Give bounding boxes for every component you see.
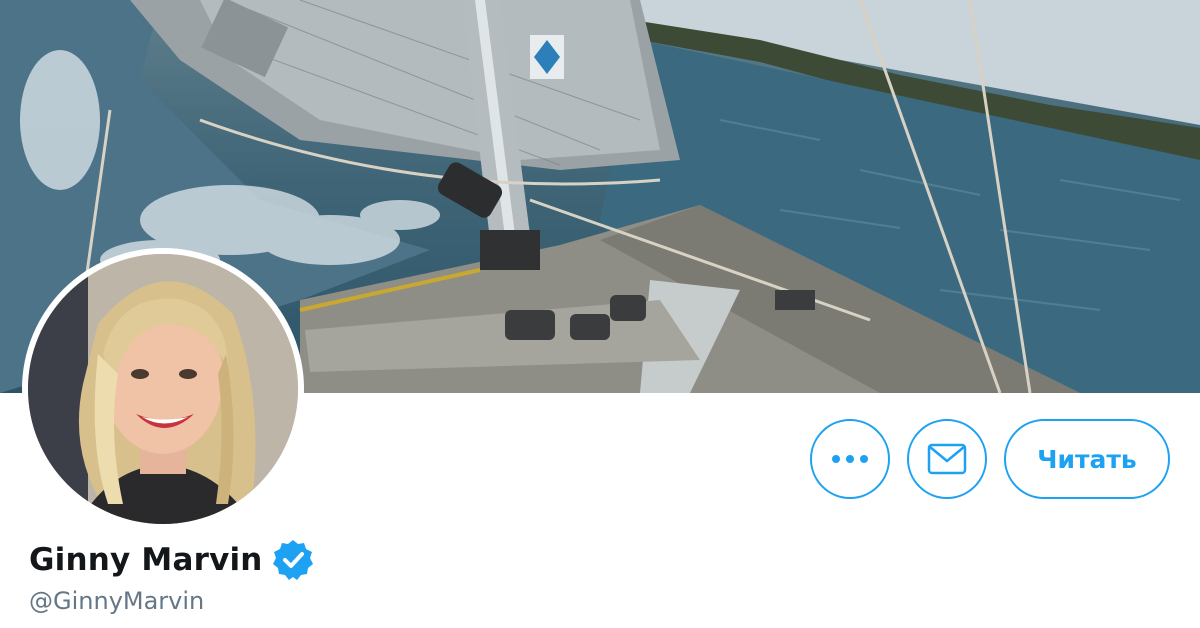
profile-name-row: Ginny Marvin: [29, 538, 315, 582]
message-button[interactable]: [907, 419, 987, 499]
follow-button[interactable]: Читать: [1004, 419, 1170, 499]
user-handle: @GinnyMarvin: [29, 587, 205, 615]
more-options-button[interactable]: [810, 419, 890, 499]
avatar-photo: [28, 254, 298, 524]
follow-button-label: Читать: [1037, 444, 1137, 474]
verified-badge-icon: [272, 540, 313, 580]
display-name: Ginny Marvin: [29, 542, 263, 578]
mail-icon: [927, 443, 967, 475]
more-options-icon: [832, 455, 868, 463]
profile-avatar[interactable]: [22, 248, 304, 530]
